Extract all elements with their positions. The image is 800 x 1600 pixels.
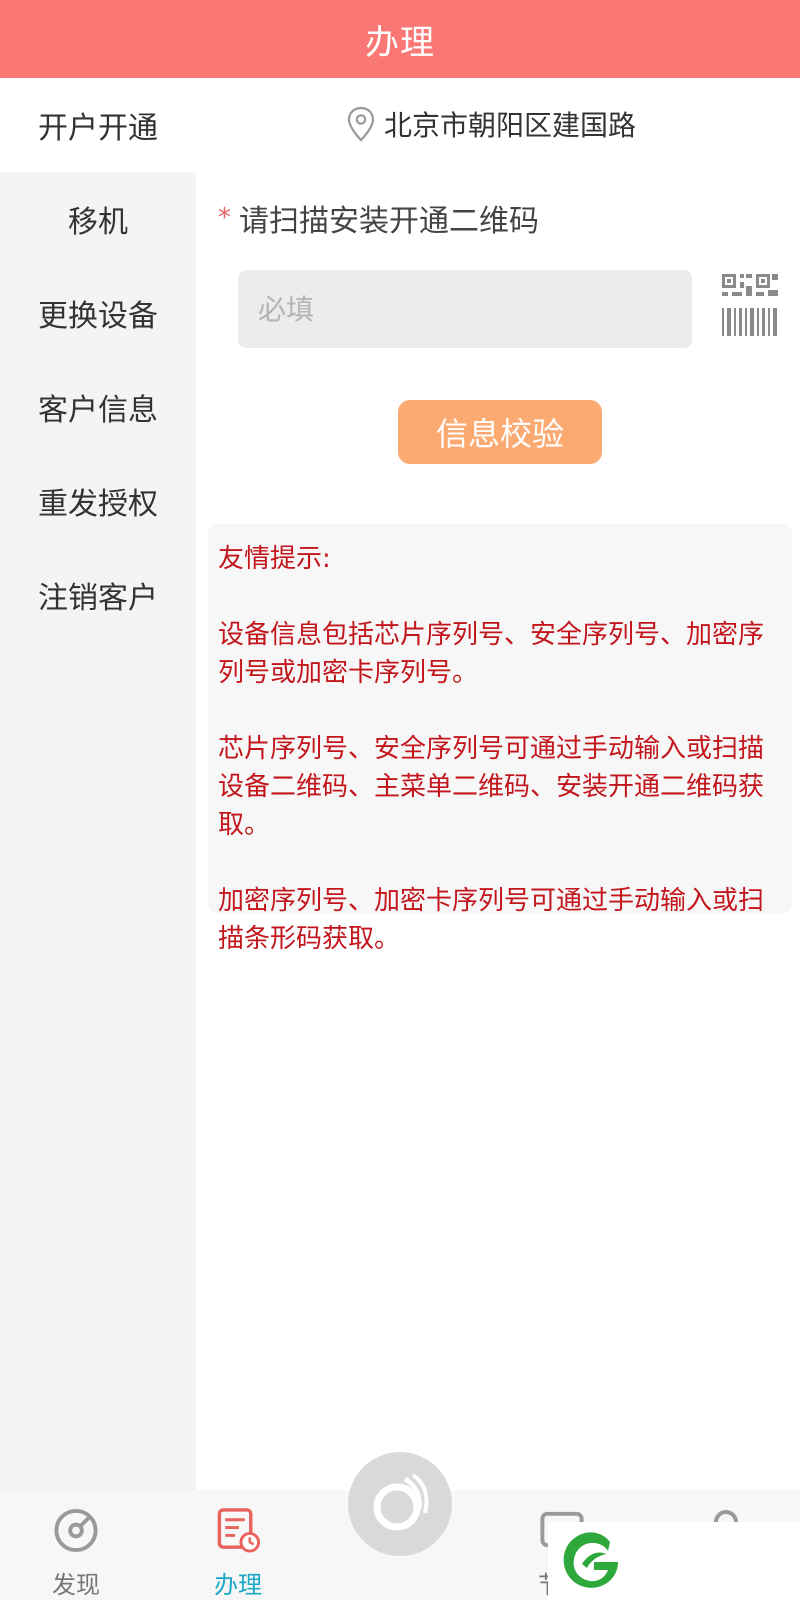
center-logo-icon xyxy=(373,1473,429,1531)
qrcode-barcode-scan-icon xyxy=(722,274,778,336)
scan-label-text: 请扫描安装开通二维码 xyxy=(239,204,539,239)
compass-icon xyxy=(54,1508,98,1553)
scan-field-label: * 请扫描安装开通二维码 xyxy=(218,196,539,240)
required-mark: * xyxy=(218,203,231,233)
tab-discover[interactable]: 发现 xyxy=(6,1490,146,1600)
location-pin-icon xyxy=(347,106,375,142)
top-header: 办理 xyxy=(0,0,800,78)
sidebar-item-replace-device[interactable]: 更换设备 xyxy=(0,266,196,360)
green-g-logo-icon xyxy=(563,1532,618,1588)
main-panel: 北京市朝阳区建国路 * 请扫描安装开通二维码 必填 信息校验 友情提示: 设备信… xyxy=(196,78,800,1490)
sidebar-item-customer-info[interactable]: 客户信息 xyxy=(0,360,196,454)
tips-paragraph: 芯片序列号、安全序列号可通过手动输入或扫描设备二维码、主菜单二维码、安装开通二维… xyxy=(218,734,765,840)
tab-label: 发现 xyxy=(52,1571,100,1599)
page-title: 办理 xyxy=(365,22,435,63)
sidebar: 开户开通 移机 更换设备 客户信息 重发授权 注销客户 xyxy=(0,78,196,1490)
tips-paragraph: 加密序列号、加密卡序列号可通过手动输入或扫描条形码获取。 xyxy=(218,886,765,954)
sidebar-item-reissue-auth[interactable]: 重发授权 xyxy=(0,454,196,548)
center-home-button[interactable] xyxy=(348,1452,452,1556)
document-clock-icon xyxy=(217,1508,261,1553)
tips-box: 友情提示: 设备信息包括芯片序列号、安全序列号、加密序列号或加密卡序列号。 芯片… xyxy=(208,524,792,954)
sidebar-item-account-open[interactable]: 开户开通 xyxy=(0,78,196,172)
sidebar-item-cancel-customer[interactable]: 注销客户 xyxy=(0,548,196,642)
verify-info-button[interactable]: 信息校验 xyxy=(398,400,602,464)
location-bar[interactable]: 北京市朝阳区建国路 xyxy=(346,100,636,148)
scan-button[interactable] xyxy=(720,272,780,338)
qrcode-input[interactable] xyxy=(258,292,692,326)
tips-paragraph: 设备信息包括芯片序列号、安全序列号、加密序列号或加密卡序列号。 xyxy=(218,620,765,688)
tab-label: 办理 xyxy=(214,1571,262,1599)
location-text: 北京市朝阳区建国路 xyxy=(384,109,637,142)
sidebar-item-relocate[interactable]: 移机 xyxy=(0,172,196,266)
tips-title: 友情提示: xyxy=(218,544,331,574)
watermark-logo xyxy=(548,1522,800,1600)
qrcode-input-wrapper xyxy=(238,270,692,348)
tab-handle[interactable]: 办理 xyxy=(168,1490,308,1600)
